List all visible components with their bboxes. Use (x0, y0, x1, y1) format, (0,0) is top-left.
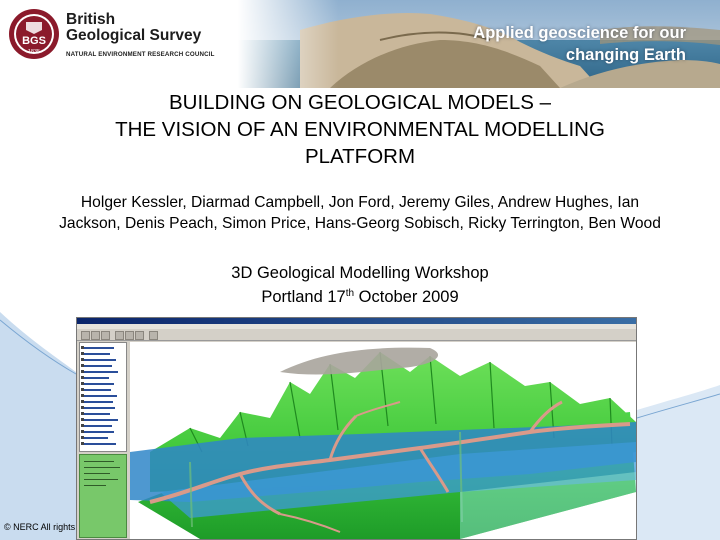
tree-item (81, 358, 116, 361)
slide-title: BUILDING ON GEOLOGICAL MODELS – THE VISI… (40, 89, 680, 170)
toolbar-button (101, 331, 110, 340)
tree-item (81, 424, 112, 427)
tree-item (81, 352, 110, 355)
toolbar-button (135, 331, 144, 340)
geological-model-render (130, 347, 636, 539)
toolbar-button (81, 331, 90, 340)
tagline: Applied geoscience for our changing Eart… (426, 22, 686, 66)
tree-item (81, 412, 110, 415)
copyright-notice: © NERC All rights (4, 522, 76, 532)
event-name: 3D Geological Modelling Workshop (231, 264, 489, 282)
title-line1: BUILDING ON GEOLOGICAL MODELS – (168, 91, 551, 114)
council-name: NATURAL ENVIRONMENT RESEARCH COUNCIL (66, 51, 215, 58)
modelling-software-screenshot (76, 317, 637, 540)
event-info: 3D Geological Modelling Workshop Portlan… (60, 261, 660, 309)
authors-line1: Holger Kessler, Diarmad Campbell, Jon Fo… (80, 194, 640, 211)
tree-item (81, 418, 118, 421)
tree-item (81, 436, 108, 439)
tree-item (81, 382, 114, 385)
bgs-logo[interactable]: BGS 1835 British Geological Survey NATUR… (8, 8, 238, 66)
toolbar-button (125, 331, 134, 340)
org-name-line2: Geological Survey (66, 27, 202, 44)
seal-text: BGS (22, 35, 46, 47)
event-date: Portland 17th October 2009 (60, 285, 660, 309)
tree-item (81, 442, 116, 445)
toolbar-button (149, 331, 158, 340)
authors-line2: Jackson, Denis Peach, Simon Price, Hans-… (59, 215, 661, 232)
organisation-name: British Geological Survey (66, 12, 201, 44)
app-toolbar (77, 329, 636, 341)
title-line2: THE VISION OF AN ENVIRONMENTAL MODELLING (115, 118, 605, 141)
tree-item (81, 370, 118, 373)
seal-year: 1835 (28, 49, 40, 55)
bgs-seal-icon: BGS 1835 (9, 9, 59, 59)
author-list: Holger Kessler, Diarmad Campbell, Jon Fo… (6, 192, 714, 234)
date-rest: October 2009 (354, 288, 459, 306)
properties-panel (79, 454, 127, 538)
tree-item (81, 346, 114, 349)
tree-item (81, 376, 109, 379)
tagline-line1: Applied geoscience for our (473, 24, 686, 42)
tagline-line2: changing Earth (565, 46, 686, 64)
tree-item (81, 430, 114, 433)
toolbar-button (115, 331, 124, 340)
title-line3: PLATFORM (304, 145, 416, 168)
3d-viewport (130, 342, 636, 539)
org-name-line1: British (66, 11, 116, 28)
header-banner: BGS 1835 British Geological Survey NATUR… (0, 0, 720, 88)
tree-item (81, 388, 111, 391)
tree-item (81, 364, 112, 367)
tree-item (81, 400, 113, 403)
tree-item (81, 394, 117, 397)
date-prefix: Portland 17 (261, 288, 346, 306)
layer-tree (79, 342, 127, 452)
tree-item (81, 406, 115, 409)
date-suffix: th (345, 288, 355, 299)
toolbar-button (91, 331, 100, 340)
